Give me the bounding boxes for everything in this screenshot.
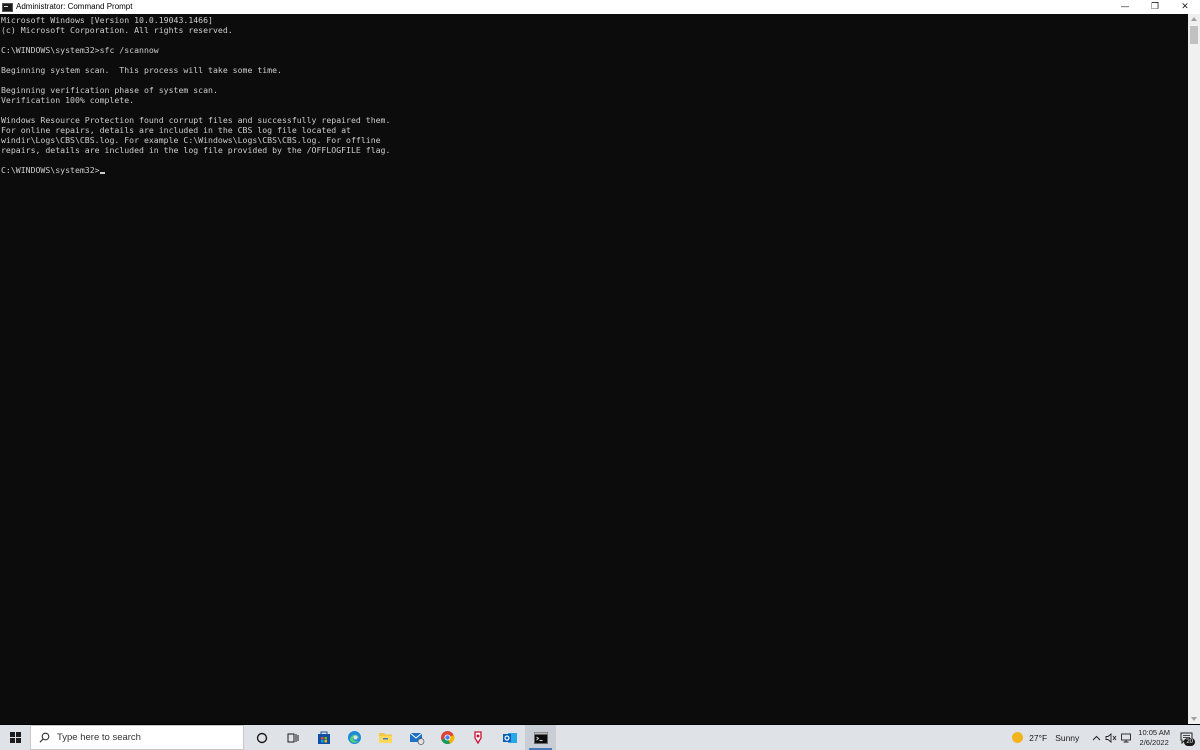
cortana-button[interactable] bbox=[246, 725, 277, 750]
clock-date: 2/6/2022 bbox=[1139, 737, 1169, 747]
console-output[interactable]: Microsoft Windows [Version 10.0.19043.14… bbox=[0, 14, 1188, 724]
command-prompt-icon bbox=[533, 731, 548, 744]
mail-icon bbox=[409, 732, 424, 745]
console-scrollbar[interactable] bbox=[1188, 14, 1200, 724]
file-explorer-button[interactable] bbox=[370, 725, 401, 750]
chrome-icon bbox=[441, 731, 455, 744]
scrollbar-thumb[interactable] bbox=[1190, 26, 1198, 44]
window-title: Administrator: Command Prompt bbox=[16, 2, 133, 11]
console-line: Beginning verification phase of system s… bbox=[1, 85, 218, 95]
chevron-up-icon bbox=[1092, 735, 1101, 740]
restore-button[interactable]: ❐ bbox=[1140, 0, 1170, 14]
search-placeholder: Type here to search bbox=[57, 732, 141, 743]
console-line: repairs, details are included in the log… bbox=[1, 145, 391, 155]
taskbar: Type here to search 27°F Sunny 10:05 AM … bbox=[0, 725, 1200, 750]
scroll-up-icon[interactable] bbox=[1191, 17, 1197, 21]
network-icon bbox=[1121, 733, 1132, 742]
console-line: Windows Resource Protection found corrup… bbox=[1, 115, 391, 125]
notification-count-badge: 20 bbox=[1184, 738, 1195, 746]
edge-button[interactable] bbox=[339, 725, 370, 750]
console-line: C:\WINDOWS\system32> bbox=[1, 165, 1188, 175]
scroll-down-icon[interactable] bbox=[1191, 717, 1197, 721]
chrome-button[interactable] bbox=[432, 725, 463, 750]
console-line: Microsoft Windows [Version 10.0.19043.14… bbox=[1, 15, 213, 25]
paint-button[interactable] bbox=[463, 725, 494, 750]
weather-temperature: 27°F bbox=[1029, 732, 1048, 743]
console-line: For online repairs, details are included… bbox=[1, 125, 351, 135]
action-center-button[interactable]: 20 bbox=[1176, 725, 1196, 750]
search-box[interactable]: Type here to search bbox=[30, 725, 244, 750]
search-icon bbox=[39, 732, 50, 743]
store-button[interactable] bbox=[308, 725, 339, 750]
mail-button[interactable] bbox=[401, 725, 432, 750]
task-view-button[interactable] bbox=[277, 725, 308, 750]
window-title-bar[interactable]: Administrator: Command Prompt — ❐ ✕ bbox=[0, 0, 1200, 14]
cortana-icon bbox=[256, 732, 267, 743]
console-line: Verification 100% complete. bbox=[1, 95, 135, 105]
text-cursor bbox=[99, 172, 105, 174]
console-line: Beginning system scan. This process will… bbox=[1, 65, 282, 75]
command-prompt-icon bbox=[2, 2, 13, 12]
console-line: (c) Microsoft Corporation. All rights re… bbox=[1, 25, 233, 35]
paint-icon bbox=[473, 731, 482, 745]
console-line: C:\WINDOWS\system32>sfc /scannow bbox=[1, 45, 159, 55]
outlook-button[interactable] bbox=[494, 725, 525, 750]
console-line: windir\Logs\CBS\CBS.log. For example C:\… bbox=[1, 135, 381, 145]
network-button[interactable] bbox=[1119, 725, 1133, 750]
weather-widget[interactable]: 27°F Sunny bbox=[1012, 732, 1079, 743]
volume-muted-icon bbox=[1105, 732, 1117, 743]
task-view-icon bbox=[287, 733, 298, 742]
windows-logo-icon bbox=[9, 732, 21, 743]
volume-button[interactable] bbox=[1104, 725, 1118, 750]
clock-time: 10:05 AM bbox=[1138, 727, 1170, 737]
store-icon bbox=[317, 731, 330, 744]
system-tray: 27°F Sunny 10:05 AM 2/6/2022 20 bbox=[1012, 725, 1200, 750]
minimize-button[interactable]: — bbox=[1110, 0, 1140, 14]
sun-icon bbox=[1012, 732, 1024, 743]
clock[interactable]: 10:05 AM 2/6/2022 bbox=[1138, 728, 1170, 748]
window-controls: — ❐ ✕ bbox=[1110, 0, 1200, 14]
taskbar-apps bbox=[246, 725, 556, 750]
outlook-icon bbox=[502, 732, 517, 743]
show-hidden-icons-button[interactable] bbox=[1089, 725, 1103, 750]
file-explorer-icon bbox=[379, 733, 392, 743]
close-button[interactable]: ✕ bbox=[1170, 0, 1200, 14]
weather-condition: Sunny bbox=[1055, 732, 1080, 743]
edge-icon bbox=[348, 731, 361, 744]
command-prompt-button[interactable] bbox=[525, 725, 556, 750]
start-button[interactable] bbox=[0, 725, 30, 750]
